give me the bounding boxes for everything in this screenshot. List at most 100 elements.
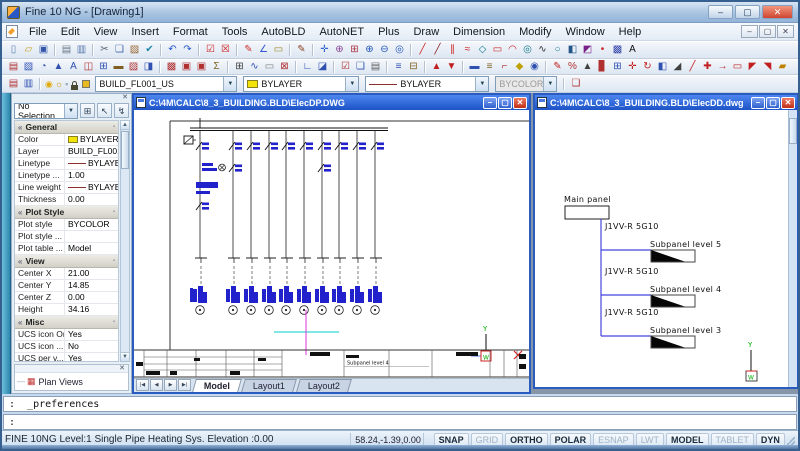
command-input[interactable]: :	[3, 414, 797, 430]
copy-icon[interactable]: ❏	[112, 43, 127, 57]
zoom-out-icon[interactable]: ⊖	[377, 43, 392, 57]
palette-close-icon[interactable]: ✕	[120, 94, 130, 102]
mirror-icon[interactable]: ◢	[670, 60, 685, 74]
stretch-icon[interactable]: ✚	[700, 60, 715, 74]
donut-icon[interactable]: ◎	[520, 43, 535, 57]
door-icon[interactable]: ◫	[81, 60, 96, 74]
property-value[interactable]: 1.00	[65, 170, 118, 181]
property-value[interactable]: BYLAYER	[65, 158, 118, 169]
scrollbar-thumb[interactable]	[789, 118, 797, 144]
layer-freeze-icon[interactable]: ☼	[55, 76, 63, 92]
undo-icon[interactable]: ↶	[165, 43, 180, 57]
section-header-view[interactable]: «View▪	[15, 255, 118, 268]
section-header-general[interactable]: «General▪	[15, 121, 118, 134]
blank-rect-icon[interactable]: ▭	[262, 60, 277, 74]
printer-2-icon[interactable]: ▤	[368, 60, 383, 74]
doc-maximize-icon[interactable]: ▢	[498, 97, 512, 109]
level-up-icon[interactable]: ▲	[429, 60, 444, 74]
redo-icon[interactable]: ↷	[180, 43, 195, 57]
menu-window[interactable]: Window	[559, 24, 612, 40]
bend-icon[interactable]: ⌐	[497, 60, 512, 74]
quick-select-button[interactable]: ↖	[97, 103, 112, 118]
command-history[interactable]: : _preferences	[3, 396, 797, 412]
layer-off-icon[interactable]: ▪	[65, 76, 68, 92]
cut-icon[interactable]: ✂	[97, 43, 112, 57]
angle-dim-icon[interactable]: ∠	[256, 43, 271, 57]
menu-view[interactable]: View	[87, 24, 125, 40]
block-attr-icon[interactable]: ◪	[315, 60, 330, 74]
linetype-combo[interactable]: BYLAYER ▼	[365, 76, 489, 92]
palette-scrollbar[interactable]: ▲ ▼	[120, 120, 130, 362]
menu-tools[interactable]: Tools	[215, 24, 255, 40]
pencil-red-icon[interactable]: ✎	[550, 60, 565, 74]
property-value[interactable]: Yes	[65, 353, 118, 362]
doc-close-icon[interactable]: ✕	[513, 97, 527, 109]
select-crossing-icon[interactable]: ☒	[218, 43, 233, 57]
chevron-down-icon[interactable]: ▼	[345, 77, 358, 91]
new-icon[interactable]: ▯	[6, 43, 21, 57]
menu-autonet[interactable]: AutoNET	[312, 24, 371, 40]
zoom-extents-icon[interactable]: ◎	[392, 43, 407, 57]
plot-check-icon[interactable]: ☑	[338, 60, 353, 74]
elecdd-titlebar[interactable]: C:\4M\CALC\8_3_BUILDING.BLD\ElecDD.dwg –…	[535, 95, 797, 110]
save-icon[interactable]: ▣	[36, 43, 51, 57]
make-block-icon[interactable]: ◩	[580, 43, 595, 57]
menu-plus[interactable]: Plus	[371, 24, 406, 40]
property-value[interactable]: BUILD_FL001_	[65, 146, 118, 157]
menu-dimension[interactable]: Dimension	[446, 24, 512, 40]
menu-format[interactable]: Format	[166, 24, 215, 40]
lock-2-icon[interactable]: ▊	[595, 60, 610, 74]
wall-icon[interactable]: ▤	[6, 60, 21, 74]
insert-block-icon[interactable]: ◧	[565, 43, 580, 57]
plan-views-close-icon[interactable]: ✕	[117, 365, 127, 373]
tab-layout1[interactable]: Layout1	[241, 379, 297, 392]
menu-modify[interactable]: Modify	[512, 24, 558, 40]
vertical-scrollbar[interactable]	[788, 110, 797, 387]
menu-file[interactable]: File	[22, 24, 54, 40]
property-value[interactable]: 0.00	[65, 194, 118, 205]
line-icon[interactable]: ╱	[415, 43, 430, 57]
revcloud-icon[interactable]: ≈	[460, 43, 475, 57]
paste-icon[interactable]: ▨	[127, 43, 142, 57]
eraser-icon[interactable]: ▰	[775, 60, 790, 74]
scroll-up-icon[interactable]: ▲	[121, 121, 129, 130]
array-icon[interactable]: ⊞	[610, 60, 625, 74]
section-header-plot-style[interactable]: «Plot Style▪	[15, 206, 118, 219]
selection-combo[interactable]: No Selection ▼	[14, 103, 78, 119]
zoom-realtime-icon[interactable]: ⊕	[332, 43, 347, 57]
hatch-icon[interactable]: ▩	[610, 43, 625, 57]
layer-combo[interactable]: BUILD_FL001_US ▼	[95, 76, 237, 92]
chevron-down-icon[interactable]: ▼	[223, 77, 236, 91]
sketch-icon[interactable]: ✎	[294, 43, 309, 57]
raster-2-icon[interactable]: ▣	[194, 60, 209, 74]
property-value[interactable]: 14.85	[65, 280, 118, 291]
document-restore-button[interactable]: ▢	[759, 25, 776, 38]
zoom-view-icon[interactable]: ◔	[36, 60, 51, 74]
minimize-button[interactable]: –	[708, 5, 733, 19]
folder-2-icon[interactable]: ⊟	[406, 60, 421, 74]
table-icon[interactable]: ⊞	[232, 60, 247, 74]
docked-palette-grip[interactable]	[2, 93, 11, 394]
chevron-down-icon[interactable]: ▼	[64, 104, 77, 118]
layer-stack-icon[interactable]: ≡	[482, 60, 497, 74]
corner-icon[interactable]: ∟	[300, 60, 315, 74]
property-value[interactable]: 34.16	[65, 304, 118, 315]
print-preview-icon[interactable]: ▥	[74, 43, 89, 57]
fillet-icon[interactable]: ◤	[745, 60, 760, 74]
plot-style-manager-icon[interactable]: ❏	[568, 77, 583, 91]
polyline-icon[interactable]: ╱	[430, 43, 445, 57]
print-icon[interactable]: ▤	[59, 43, 74, 57]
property-value[interactable]: Yes	[65, 329, 118, 340]
menu-help[interactable]: Help	[612, 24, 649, 40]
move-icon[interactable]: ✛	[625, 60, 640, 74]
scrollbar-thumb[interactable]	[121, 131, 129, 169]
tab-layout2[interactable]: Layout2	[296, 379, 352, 392]
linetype-2-icon[interactable]: ▬	[467, 60, 482, 74]
menu-autobld[interactable]: AutoBLD	[254, 24, 312, 40]
polyline-edit-icon[interactable]: ∿	[247, 60, 262, 74]
ruler-icon[interactable]: ▭	[271, 43, 286, 57]
view-3d-icon[interactable]: ◨	[141, 60, 156, 74]
open-icon[interactable]: ▱	[21, 43, 36, 57]
wall-hatch-icon[interactable]: ▧	[21, 60, 36, 74]
property-value[interactable]: BYCOLOR	[65, 219, 118, 230]
